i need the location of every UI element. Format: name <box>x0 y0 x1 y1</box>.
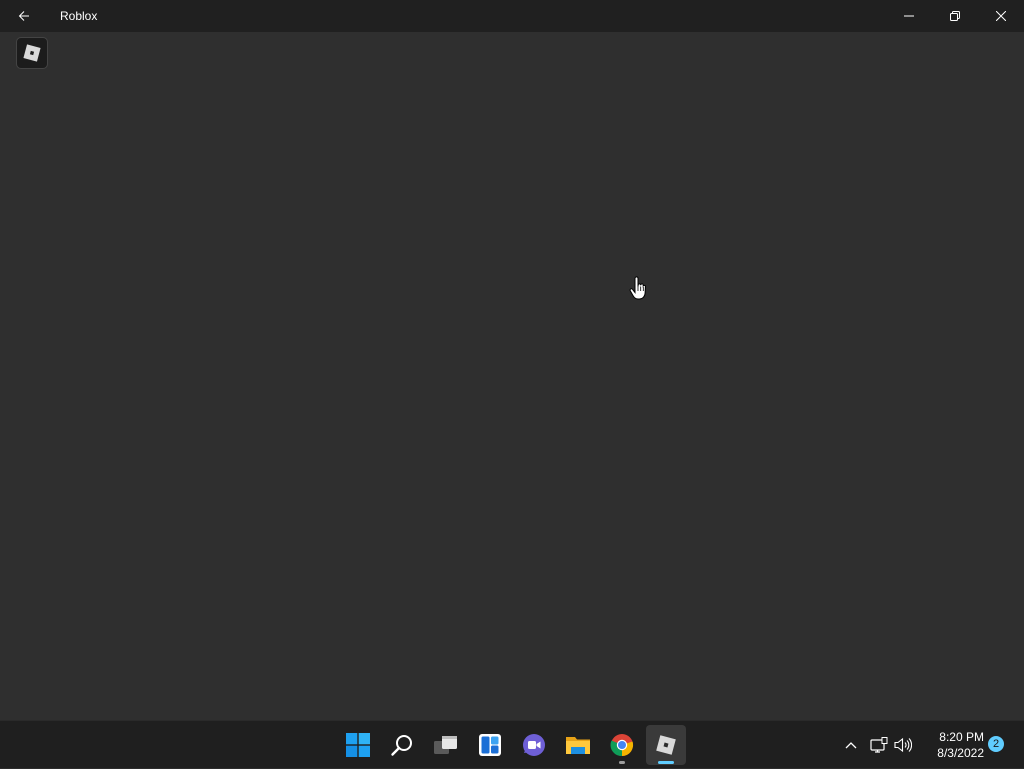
window-controls <box>886 0 1024 32</box>
window-title: Roblox <box>60 9 98 23</box>
volume-icon <box>894 737 912 753</box>
roblox-logo[interactable] <box>16 37 48 69</box>
active-indicator <box>658 761 674 764</box>
title-bar: Roblox <box>0 0 1024 32</box>
taskbar-start-button[interactable] <box>338 725 378 765</box>
clock-date: 8/3/2022 <box>937 746 984 760</box>
taskbar-clock[interactable]: 8:20 PM 8/3/2022 <box>920 729 984 761</box>
chrome-icon <box>610 734 634 757</box>
close-icon <box>996 11 1006 21</box>
taskbar-chat-button[interactable] <box>514 725 554 765</box>
taskbar: 8:20 PM 8/3/2022 <box>0 720 1024 768</box>
clock-time: 8:20 PM <box>939 730 984 744</box>
back-button[interactable] <box>0 0 48 32</box>
close-button[interactable] <box>978 0 1024 32</box>
app-content <box>0 32 1024 720</box>
roblox-logo-icon <box>23 44 41 62</box>
chat-icon <box>523 734 545 756</box>
network-icon <box>870 737 888 753</box>
folder-icon <box>566 737 590 754</box>
taskbar-task-view-button[interactable] <box>426 725 466 765</box>
minimize-button[interactable] <box>886 0 932 32</box>
taskbar-widgets-button[interactable] <box>470 725 510 765</box>
widgets-icon <box>479 734 501 756</box>
show-hidden-icons-button[interactable] <box>840 721 862 769</box>
taskbar-search-button[interactable] <box>382 725 422 765</box>
arrow-left-icon <box>18 11 29 21</box>
minimize-icon <box>904 15 914 17</box>
restore-button[interactable] <box>932 0 978 32</box>
taskbar-roblox-button[interactable] <box>646 725 686 765</box>
taskbar-file-explorer-button[interactable] <box>558 725 598 765</box>
notification-badge[interactable]: 2 <box>988 736 1004 752</box>
restore-icon <box>950 11 960 21</box>
network-button[interactable] <box>868 721 890 769</box>
roblox-icon <box>656 735 676 755</box>
task-view-icon <box>434 736 457 754</box>
open-indicator <box>619 761 625 764</box>
search-icon <box>391 735 412 756</box>
volume-button[interactable] <box>892 721 914 769</box>
taskbar-chrome-button[interactable] <box>602 725 642 765</box>
chevron-up-icon <box>845 742 857 749</box>
windows-start-icon <box>346 733 370 757</box>
hand-cursor-icon <box>629 276 646 300</box>
